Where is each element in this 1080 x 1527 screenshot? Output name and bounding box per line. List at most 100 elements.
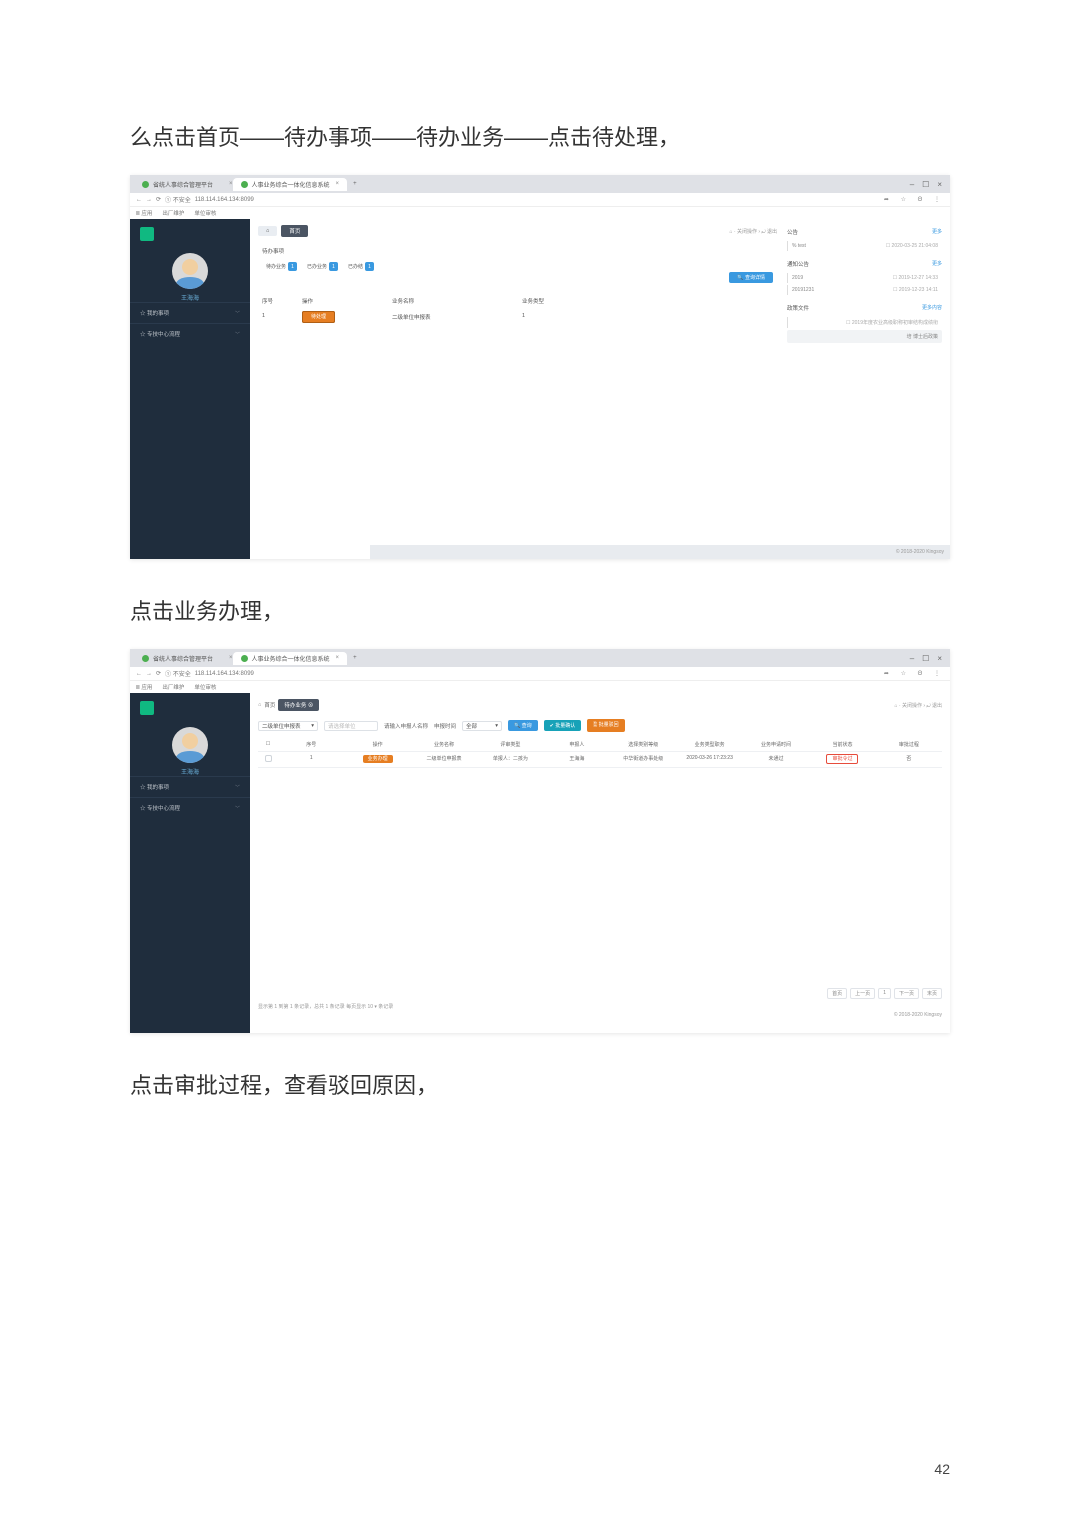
browser-tab-1[interactable]: 省统人事综合管理平台 bbox=[134, 178, 221, 191]
notice-item[interactable]: 20191231 ☐ 2019-12-23 14:11 bbox=[787, 285, 942, 295]
page-prev[interactable]: 上一页 bbox=[850, 988, 875, 999]
cell-applicant: 王海海 bbox=[544, 752, 610, 768]
more-link[interactable]: 更多 bbox=[932, 260, 942, 268]
cell-index: 1 bbox=[278, 752, 344, 768]
close-window-icon[interactable]: × bbox=[937, 654, 942, 663]
query-detail-button[interactable]: 🔍 查询详情 bbox=[729, 272, 773, 283]
biz-type-select[interactable]: 二级单位申报表 ▾ bbox=[258, 721, 318, 731]
new-tab-button[interactable]: + bbox=[353, 655, 357, 661]
reload-icon[interactable]: ⟳ bbox=[156, 670, 161, 677]
avatar bbox=[172, 727, 208, 763]
menu-icon[interactable]: ⋮ bbox=[934, 197, 940, 203]
table-header: 序号 操作 业务名称 业务类型 bbox=[258, 293, 777, 309]
tab-main[interactable]: 首页 bbox=[281, 225, 308, 237]
share-icon[interactable]: ➦ bbox=[884, 671, 889, 677]
batch-confirm-button[interactable]: ✔ 批量确认 bbox=[544, 720, 582, 731]
app-body: 王海海 ☆ 我的事项 ﹀ ☆ 专技中心流程 ﹀ ⌂ 首页 ⌂ · 关闭操作 › … bbox=[130, 219, 950, 559]
bookmark-item[interactable]: 单位审核 bbox=[194, 209, 216, 217]
result-summary: 显示第 1 到第 1 条记录，总共 1 条记录 每页显示 10 ▾ 条记录 bbox=[258, 1003, 942, 1010]
apps-icon[interactable]: Ⅲ 应用 bbox=[136, 209, 152, 217]
tab-meta[interactable]: ⌂ · 关闭操作 › ⤾ 退出 bbox=[895, 702, 942, 709]
minimize-icon[interactable]: – bbox=[910, 654, 914, 663]
page-number-1[interactable]: 1 bbox=[878, 988, 891, 999]
sidebar-item-label: ☆ 我的事项 bbox=[140, 783, 169, 791]
browser-tab-2[interactable]: 人事业务综合一体化信息系统 × bbox=[233, 178, 348, 191]
home-icon[interactable]: ⌂ bbox=[258, 702, 261, 708]
maximize-icon[interactable]: ☐ bbox=[922, 180, 929, 189]
th-index: 序号 bbox=[278, 738, 344, 752]
table-row: 1 待处理 二级单位申报表 1 bbox=[258, 309, 777, 325]
nav-forward-icon[interactable]: → bbox=[146, 197, 152, 203]
star-icon[interactable]: ☆ bbox=[901, 197, 906, 203]
notice-item[interactable]: 2019 ☐ 2019-12-27 14:33 bbox=[787, 273, 942, 283]
close-icon[interactable]: × bbox=[336, 655, 340, 661]
star-icon[interactable]: ☆ bbox=[901, 671, 906, 677]
menu-toggle-button[interactable] bbox=[140, 227, 154, 241]
nav-forward-icon[interactable]: → bbox=[146, 671, 152, 677]
bookmark-item[interactable]: 出厂维护 bbox=[162, 209, 184, 217]
tab-meta[interactable]: ⌂ · 关闭操作 › ⤾ 退出 bbox=[730, 228, 777, 235]
bookmark-item[interactable]: 出厂维护 bbox=[162, 683, 184, 691]
close-icon[interactable]: × bbox=[336, 181, 340, 187]
nav-back-icon[interactable]: ← bbox=[136, 671, 142, 677]
tab-home[interactable]: ⌂ bbox=[258, 226, 277, 236]
filter-row: 待办业务1 已办业务1 已办结1 bbox=[262, 261, 777, 272]
new-tab-button[interactable]: + bbox=[353, 181, 357, 187]
th-applicant: 申报人 bbox=[544, 738, 610, 752]
avatar bbox=[172, 253, 208, 289]
sidebar-item-my-tasks[interactable]: ☆ 我的事项 ﹀ bbox=[130, 302, 250, 323]
filter-done[interactable]: 已办业务1 bbox=[303, 261, 342, 272]
status-select[interactable]: 全部 ▾ bbox=[462, 721, 502, 731]
url-text[interactable]: 118.114.164.134:8099 bbox=[195, 671, 254, 677]
tab-favicon bbox=[241, 655, 248, 662]
org-select[interactable]: 请选择单位 bbox=[324, 721, 378, 731]
filter-finished[interactable]: 已办结1 bbox=[344, 261, 378, 272]
tab-label: 省统人事综合管理平台 bbox=[153, 180, 213, 189]
menu-icon[interactable]: ⋮ bbox=[934, 671, 940, 677]
batch-reject-button[interactable]: 🖺 批量驳回 bbox=[587, 719, 624, 732]
cell-operation[interactable]: 待处理 bbox=[302, 313, 392, 321]
minimize-icon[interactable]: – bbox=[910, 180, 914, 189]
page-last[interactable]: 末页 bbox=[922, 988, 942, 999]
browser-tab-2[interactable]: 人事业务综合一体化信息系统 × bbox=[233, 652, 348, 665]
chevron-down-icon: ﹀ bbox=[235, 784, 240, 791]
th-check[interactable]: ☐ bbox=[258, 738, 278, 752]
tab-label: 省统人事综合管理平台 bbox=[153, 654, 213, 663]
close-window-icon[interactable]: × bbox=[937, 180, 942, 189]
browser-tab-1[interactable]: 省统人事综合管理平台 bbox=[134, 652, 221, 665]
breadcrumb: ⌂ 首页 待办业务 ⊗ ⌂ · 关闭操作 › ⤾ 退出 bbox=[258, 699, 942, 711]
reload-icon[interactable]: ⟳ bbox=[156, 196, 161, 203]
policy-card[interactable]: 培 博士后政策 bbox=[787, 330, 942, 343]
more-link[interactable]: 更多内容 bbox=[922, 304, 942, 312]
announce-item[interactable]: % test ☐ 2020-03-25 21:04:08 bbox=[787, 241, 942, 251]
screenshot-1: 省统人事综合管理平台 × 人事业务综合一体化信息系统 × + – ☐ × ← →… bbox=[130, 175, 950, 559]
more-link[interactable]: 更多 bbox=[932, 228, 942, 236]
page-next[interactable]: 下一页 bbox=[894, 988, 919, 999]
nav-back-icon[interactable]: ← bbox=[136, 197, 142, 203]
sidebar-item-tech-flow[interactable]: ☆ 专技中心流程 ﹀ bbox=[130, 323, 250, 344]
sidebar-item-my-tasks[interactable]: ☆ 我的事项 ﹀ bbox=[130, 776, 250, 797]
menu-toggle-button[interactable] bbox=[140, 701, 154, 715]
cell-check[interactable] bbox=[258, 752, 278, 768]
apps-icon[interactable]: Ⅲ 应用 bbox=[136, 683, 152, 691]
crumb-home[interactable]: 首页 bbox=[264, 701, 275, 709]
policy-item[interactable]: ☐ 2019年度农业高级职称初审结构成绩衔 bbox=[787, 317, 942, 328]
handle-business-button[interactable]: 业务办理 bbox=[363, 755, 393, 763]
filter-todo[interactable]: 待办业务1 bbox=[262, 261, 301, 272]
pending-button[interactable]: 待处理 bbox=[302, 311, 335, 323]
profile-icon[interactable]: Θ bbox=[918, 197, 923, 203]
cell-operation[interactable]: 业务办理 bbox=[344, 752, 410, 768]
approval-process-button[interactable]: 审批令过 bbox=[826, 754, 858, 764]
sidebar-item-label: ☆ 我的事项 bbox=[140, 309, 169, 317]
profile-icon[interactable]: Θ bbox=[918, 671, 923, 677]
page-first[interactable]: 首页 bbox=[827, 988, 847, 999]
sidebar-item-tech-flow[interactable]: ☆ 专技中心流程 ﹀ bbox=[130, 797, 250, 818]
share-icon[interactable]: ➦ bbox=[884, 197, 889, 203]
maximize-icon[interactable]: ☐ bbox=[922, 654, 929, 663]
cell-process[interactable]: 审批令过 bbox=[809, 752, 875, 768]
search-button[interactable]: 🔍 查询 bbox=[508, 720, 538, 731]
crumb-todo[interactable]: 待办业务 ⊗ bbox=[278, 699, 319, 711]
bookmark-item[interactable]: 单位审核 bbox=[194, 683, 216, 691]
url-text[interactable]: 118.114.164.134:8099 bbox=[195, 197, 254, 203]
th-bizname: 业务名称 bbox=[411, 738, 477, 752]
